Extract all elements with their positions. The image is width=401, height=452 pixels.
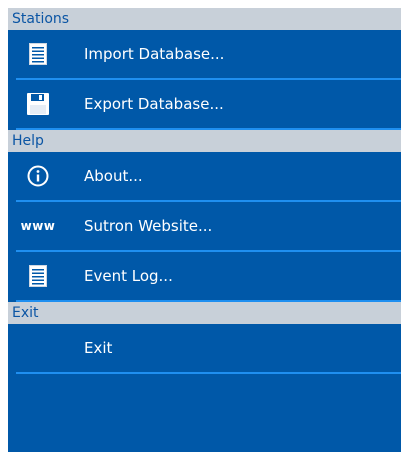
export-database-label: Export Database... <box>84 95 224 113</box>
floppy-disk-icon <box>16 90 60 118</box>
divider <box>16 372 401 374</box>
divider <box>16 300 401 302</box>
document-lines-icon <box>16 40 60 68</box>
event-log-label: Event Log... <box>84 267 173 285</box>
about-label: About... <box>84 167 143 185</box>
event-log-item[interactable]: Event Log... <box>8 252 401 302</box>
section-header-exit: Exit <box>8 302 401 324</box>
section-header-help: Help <box>8 130 401 152</box>
info-circle-icon <box>16 162 60 190</box>
export-database-item[interactable]: Export Database... <box>8 80 401 130</box>
exit-label: Exit <box>84 339 113 357</box>
navigation-menu: Stations Import Database... Export Datab… <box>8 8 401 452</box>
sutron-website-item[interactable]: www Sutron Website... <box>8 202 401 252</box>
divider <box>16 128 401 130</box>
section-header-stations: Stations <box>8 8 401 30</box>
sutron-website-label: Sutron Website... <box>84 217 213 235</box>
exit-item[interactable]: Exit <box>8 324 401 374</box>
document-lines-icon <box>16 262 60 290</box>
import-database-label: Import Database... <box>84 45 225 63</box>
import-database-item[interactable]: Import Database... <box>8 30 401 80</box>
www-icon: www <box>20 219 56 233</box>
about-item[interactable]: About... <box>8 152 401 202</box>
